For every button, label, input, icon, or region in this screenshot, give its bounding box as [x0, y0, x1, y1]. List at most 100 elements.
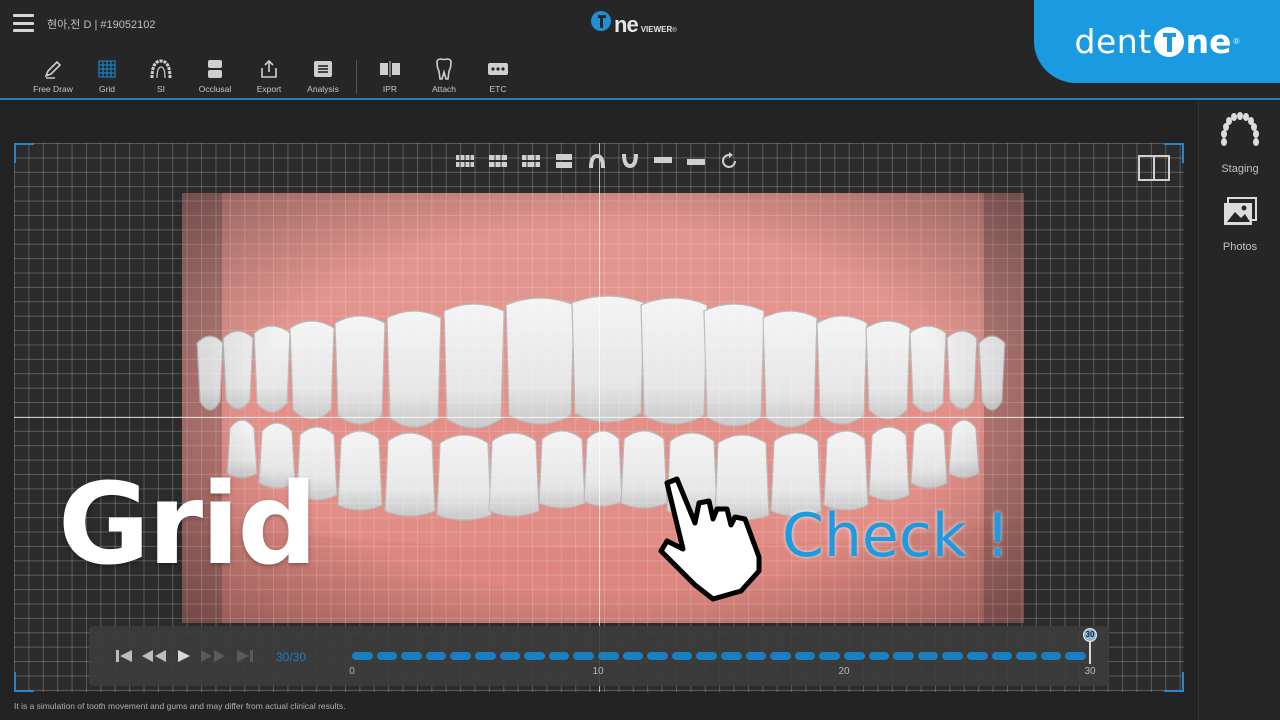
3d-viewport[interactable]: [14, 143, 1184, 692]
timeline-step[interactable]: [425, 652, 447, 660]
more-icon: [487, 58, 509, 80]
app-window: 현아,전 D | #19052102 ne VIEWER ® Free Draw…: [0, 0, 1280, 720]
timeline-step[interactable]: [942, 652, 963, 660]
timeline-step[interactable]: [524, 652, 545, 660]
timeline-step[interactable]: [1065, 652, 1086, 660]
timeline-step[interactable]: [401, 652, 422, 660]
tool-ipr-button[interactable]: IPR: [363, 58, 417, 98]
timeline-step[interactable]: [499, 652, 521, 660]
timeline-step[interactable]: [868, 652, 890, 660]
tooth-icon: [433, 58, 455, 80]
timeline-step[interactable]: [991, 652, 1013, 660]
timeline-track[interactable]: [352, 652, 1090, 660]
view-front-button[interactable]: [454, 151, 476, 171]
timeline-step[interactable]: [745, 652, 767, 660]
frame-corner: [1164, 672, 1184, 692]
staging-button[interactable]: Staging: [1199, 110, 1280, 175]
frame-counter: 30/30: [276, 650, 307, 664]
view-lower-button[interactable]: [619, 151, 641, 171]
fast-forward-icon: [201, 650, 225, 662]
view-toolbar: [454, 151, 740, 173]
tool-grid-button[interactable]: Grid: [80, 58, 134, 98]
timeline-step[interactable]: [573, 652, 594, 660]
fast-forward-button[interactable]: [200, 648, 226, 664]
timeline-step[interactable]: [893, 652, 914, 660]
tool-export-button[interactable]: Export: [242, 58, 296, 98]
rewind-icon: [142, 650, 166, 662]
logo-text: ne: [614, 12, 639, 37]
tool-label: Export: [256, 84, 282, 94]
timeline-step[interactable]: [917, 652, 939, 660]
logo-mark-icon: [591, 11, 611, 31]
reset-view-button[interactable]: [718, 151, 740, 171]
tool-attach-button[interactable]: Attach: [417, 58, 471, 98]
jaw-right-icon: [489, 155, 507, 167]
timeline-step[interactable]: [647, 652, 668, 660]
view-upper-only-button[interactable]: [652, 151, 674, 171]
tool-label: IPR: [382, 84, 398, 94]
timeline-step[interactable]: [598, 652, 619, 660]
photos-label: Photos: [1222, 241, 1258, 253]
timeline-step[interactable]: [622, 652, 644, 660]
brand-text: dent: [1074, 22, 1152, 61]
timeline-thumb[interactable]: 30: [1083, 628, 1097, 642]
view-back-button[interactable]: [553, 151, 575, 171]
tool-free-draw-button[interactable]: Free Draw: [26, 58, 80, 98]
timeline-step[interactable]: [721, 652, 742, 660]
timeline-step[interactable]: [1040, 652, 1062, 660]
lower-arch-icon: [622, 154, 638, 168]
tool-label: Occlusal: [198, 84, 232, 94]
tool-si-button[interactable]: SI: [134, 58, 188, 98]
timeline-step[interactable]: [671, 652, 693, 660]
ipr-icon: [379, 58, 401, 80]
view-lower-only-button[interactable]: [685, 151, 707, 171]
frame-corner: [14, 672, 34, 692]
logo-subtext: VIEWER: [640, 25, 673, 34]
timeline-step[interactable]: [376, 652, 398, 660]
dental-arch-icon: [1221, 112, 1259, 146]
timeline-step[interactable]: [352, 652, 373, 660]
timeline-step[interactable]: [475, 652, 496, 660]
view-left-button[interactable]: [520, 151, 542, 171]
timeline-step[interactable]: [1016, 652, 1037, 660]
timeline-step[interactable]: [696, 652, 717, 660]
upper-arch-icon: [589, 154, 605, 168]
tool-label: SI: [156, 84, 166, 94]
tool-label: Free Draw: [33, 84, 73, 94]
photos-button[interactable]: Photos: [1199, 196, 1280, 253]
last-frame-button[interactable]: [236, 648, 254, 664]
tool-analysis-button[interactable]: Analysis: [296, 58, 350, 98]
timeline-step[interactable]: [548, 652, 570, 660]
first-frame-button[interactable]: [115, 648, 133, 664]
timeline-step[interactable]: [770, 652, 791, 660]
playback-bar: 30/30 0 10 20 30 30: [89, 626, 1109, 686]
skip-start-icon: [116, 650, 132, 662]
jaw-left-icon: [522, 155, 540, 167]
toolbar-separator: [356, 60, 357, 94]
timeline-step[interactable]: [844, 652, 865, 660]
play-button[interactable]: [177, 648, 191, 664]
dentone-brand-badge: dent ne ®: [1034, 0, 1280, 83]
menu-icon[interactable]: [13, 14, 34, 32]
timeline-step[interactable]: [967, 652, 988, 660]
tool-label: Attach: [431, 84, 457, 94]
tool-label: ETC: [489, 84, 507, 94]
timeline-tick-label: 0: [349, 666, 355, 677]
photos-icon: [1224, 197, 1257, 225]
timeline-step[interactable]: [819, 652, 840, 660]
timeline-step[interactable]: [794, 652, 816, 660]
frame-corner: [14, 143, 34, 163]
view-upper-button[interactable]: [586, 151, 608, 171]
arch-icon: [150, 58, 172, 80]
view-right-button[interactable]: [487, 151, 509, 171]
grid-center-vertical: [599, 143, 600, 692]
split-view-button[interactable]: [1138, 155, 1170, 181]
timeline-tick-label: 10: [592, 666, 604, 677]
tool-etc-button[interactable]: ETC: [471, 58, 525, 98]
patient-info: 현아,전 D | #19052102: [47, 19, 156, 31]
tool-occlusal-button[interactable]: Occlusal: [188, 58, 242, 98]
rewind-button[interactable]: [141, 648, 167, 664]
tool-label: Analysis: [307, 84, 339, 94]
staging-label: Staging: [1221, 163, 1259, 175]
timeline-step[interactable]: [450, 652, 471, 660]
